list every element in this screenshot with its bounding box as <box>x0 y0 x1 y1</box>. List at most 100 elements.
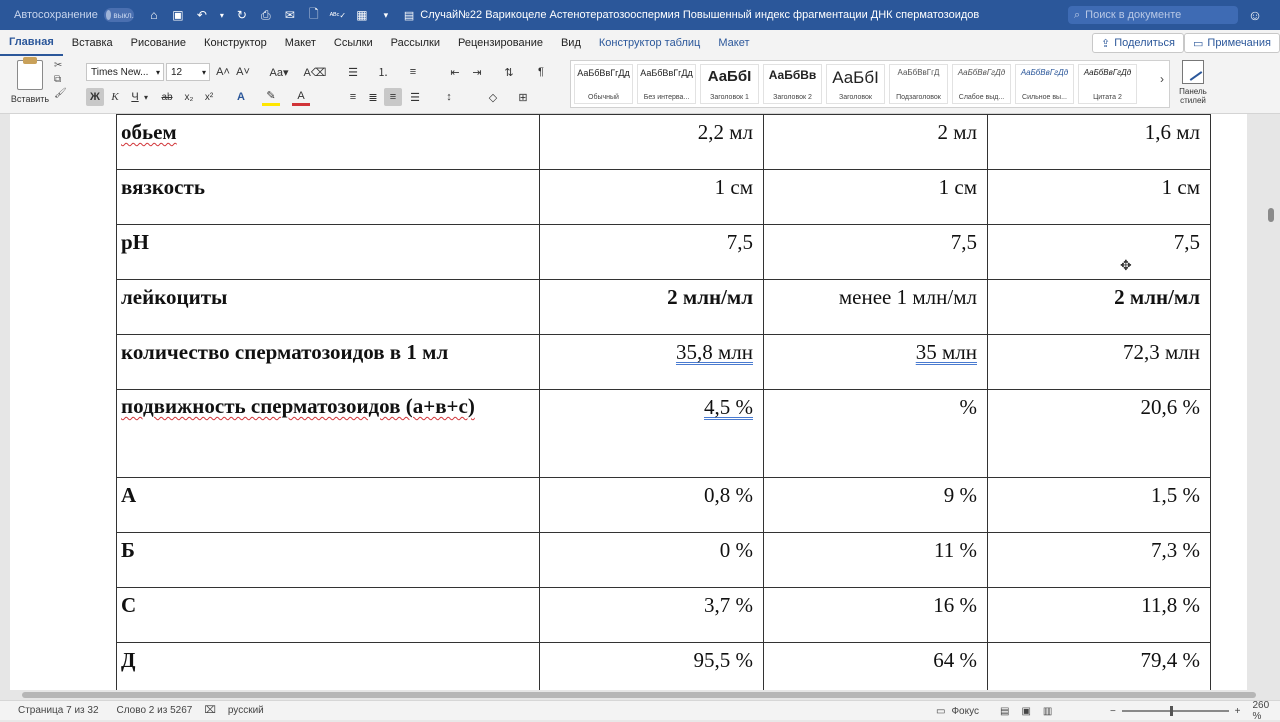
font-size-select[interactable]: 12 ▾ <box>166 63 210 81</box>
table-cell[interactable]: 11,8 % <box>987 587 1211 643</box>
tab-draw[interactable]: Рисование <box>122 30 195 56</box>
line-spacing-icon[interactable]: ↕ <box>440 88 458 106</box>
multilevel-list-icon[interactable]: ≡ <box>404 63 422 81</box>
table-cell[interactable]: 20,6 % <box>987 389 1211 478</box>
autosave[interactable]: Автосохранение выкл. <box>14 8 134 22</box>
table-cell[interactable]: 16 % <box>763 587 988 643</box>
table-cell[interactable]: Д <box>116 642 540 690</box>
table-cell[interactable]: 1 см <box>763 169 988 225</box>
table-cell[interactable]: подвижность сперматозоидов (а+в+с) <box>116 389 540 478</box>
cut-icon[interactable]: ✂ <box>54 60 68 71</box>
table-cell[interactable]: 0,8 % <box>539 477 764 533</box>
share-button[interactable]: ⇪ Поделиться <box>1092 33 1184 53</box>
page-count[interactable]: Страница 7 из 32 <box>18 705 99 716</box>
subscript-icon[interactable]: x₂ <box>180 88 198 106</box>
font-name-select[interactable]: Times New... ▾ <box>86 63 164 81</box>
horizontal-scrollbar[interactable] <box>22 692 1256 698</box>
vertical-scrollbar[interactable] <box>1268 208 1274 222</box>
align-right-icon[interactable]: ≡ <box>384 88 402 106</box>
show-marks-icon[interactable]: ¶ <box>532 63 550 81</box>
style-heading-2[interactable]: АаБбВв Заголовок 2 <box>763 64 822 104</box>
style-title[interactable]: АаБбІ Заголовок <box>826 64 885 104</box>
table-cell[interactable]: 1 см <box>987 169 1211 225</box>
bullets-icon[interactable]: ☰ <box>344 63 362 81</box>
table-cell[interactable]: 11 % <box>763 532 988 588</box>
undo-icon[interactable]: ↶ <box>194 7 210 23</box>
table-cell[interactable]: pH <box>116 224 540 280</box>
table-cell[interactable]: менее 1 млн/мл <box>763 279 988 335</box>
search-input[interactable] <box>1085 9 1226 21</box>
word-count[interactable]: Слово 2 из 5267 <box>117 705 193 716</box>
table-cell[interactable]: 1,6 мл <box>987 114 1211 170</box>
highlight-icon[interactable]: ✎ <box>262 88 280 106</box>
zoom-level[interactable]: 260 % <box>1252 700 1280 722</box>
format-painter-icon[interactable]: 🖌 <box>54 88 68 99</box>
style-heading-1[interactable]: АаБбІ Заголовок 1 <box>700 64 759 104</box>
tab-review[interactable]: Рецензирование <box>449 30 552 56</box>
table-cell[interactable]: Б <box>116 532 540 588</box>
change-case-icon[interactable]: Aa▾ <box>266 63 292 81</box>
print-layout-icon[interactable]: ▣ <box>1021 706 1030 717</box>
zoom-slider-handle[interactable] <box>1169 706 1173 716</box>
table-cell[interactable]: 7,5 <box>763 224 988 280</box>
increase-indent-icon[interactable]: ⇥ <box>468 63 486 81</box>
focus-mode[interactable]: ▭ Фокус <box>936 701 979 721</box>
justify-icon[interactable]: ☰ <box>406 88 424 106</box>
zoom-out-button[interactable]: − <box>1110 706 1116 717</box>
table-cell[interactable]: количество сперматозоидов в 1 мл <box>116 334 540 390</box>
table-cell[interactable]: 0 % <box>539 532 764 588</box>
table-cell[interactable]: 95,5 % <box>539 642 764 690</box>
save-icon[interactable]: ▣ <box>170 7 186 23</box>
style-normal[interactable]: АаБбВвГгДд Обычный <box>574 64 633 104</box>
sort-icon[interactable]: ⇅ <box>500 63 518 81</box>
grow-font-icon[interactable]: A˄ <box>214 63 232 81</box>
table-cell[interactable]: лейкоциты <box>116 279 540 335</box>
align-center-icon[interactable]: ≣ <box>364 88 382 106</box>
font-color-icon[interactable]: A <box>292 88 310 106</box>
shading-icon[interactable]: ◇ <box>484 88 502 106</box>
language[interactable]: русский <box>228 705 264 716</box>
table-cell[interactable]: 7,5 <box>987 224 1211 280</box>
document-page[interactable]: обьем 2,2 мл 2 мл 1,6 мл вязкость 1 см 1… <box>10 114 1247 690</box>
table-cell[interactable]: % <box>763 389 988 478</box>
redo-icon[interactable]: ↻ <box>234 7 250 23</box>
table-cell[interactable]: 64 % <box>763 642 988 690</box>
italic-icon[interactable]: К <box>106 88 124 106</box>
clear-formatting-icon[interactable]: A⌫ <box>304 63 327 81</box>
table-cell[interactable]: 7,3 % <box>987 532 1211 588</box>
draw-table-icon[interactable]: ▦ <box>354 7 370 23</box>
numbering-icon[interactable]: ⒈ <box>374 63 392 81</box>
undo-dropdown-icon[interactable]: ▾ <box>218 7 226 23</box>
table-cell[interactable]: обьем <box>116 114 540 170</box>
borders-icon[interactable]: ⊞ <box>514 88 532 106</box>
autosave-toggle[interactable]: выкл. <box>103 8 134 22</box>
bold-icon[interactable]: Ж <box>86 88 104 106</box>
comments-button[interactable]: ▭ Примечания <box>1184 33 1280 53</box>
tab-layout[interactable]: Макет <box>276 30 325 56</box>
new-document-icon[interactable]: 🗋 <box>306 7 322 23</box>
decrease-indent-icon[interactable]: ⇤ <box>446 63 464 81</box>
document-canvas[interactable]: обьем 2,2 мл 2 мл 1,6 мл вязкость 1 см 1… <box>0 114 1280 690</box>
table-cell[interactable]: 2 мл <box>763 114 988 170</box>
user-account-icon[interactable]: ☺ <box>1246 6 1264 24</box>
table-cell[interactable]: 2 млн/мл <box>539 279 764 335</box>
style-quote-2[interactable]: АаБбВвГгДд Цитата 2 <box>1078 64 1137 104</box>
table-cell[interactable]: 2,2 мл <box>539 114 764 170</box>
paste-button[interactable]: Вставить <box>8 57 52 108</box>
spelling-check-icon[interactable]: ᴬᴮᶜ✓ <box>330 7 346 23</box>
read-mode-icon[interactable]: ▤ <box>1000 706 1009 717</box>
copy-icon[interactable]: ⧉ <box>54 74 68 85</box>
tab-view[interactable]: Вид <box>552 30 590 56</box>
shrink-font-icon[interactable]: A˅ <box>234 63 252 81</box>
underline-options-icon[interactable]: ▾ <box>140 88 152 106</box>
tab-references[interactable]: Ссылки <box>325 30 382 56</box>
customize-toolbar-icon[interactable]: ▾ <box>378 7 394 23</box>
style-no-spacing[interactable]: АаБбВвГгДд Без интерва... <box>637 64 696 104</box>
align-left-icon[interactable]: ≡ <box>344 88 362 106</box>
table-cell[interactable]: 35,8 млн <box>539 334 764 390</box>
home-icon[interactable]: ⌂ <box>146 7 162 23</box>
zoom-in-button[interactable]: + <box>1235 706 1241 717</box>
style-intense-emphasis[interactable]: АаБбВвГгДд Сильное вы... <box>1015 64 1074 104</box>
table-cell[interactable]: 9 % <box>763 477 988 533</box>
table-cell[interactable]: 1,5 % <box>987 477 1211 533</box>
